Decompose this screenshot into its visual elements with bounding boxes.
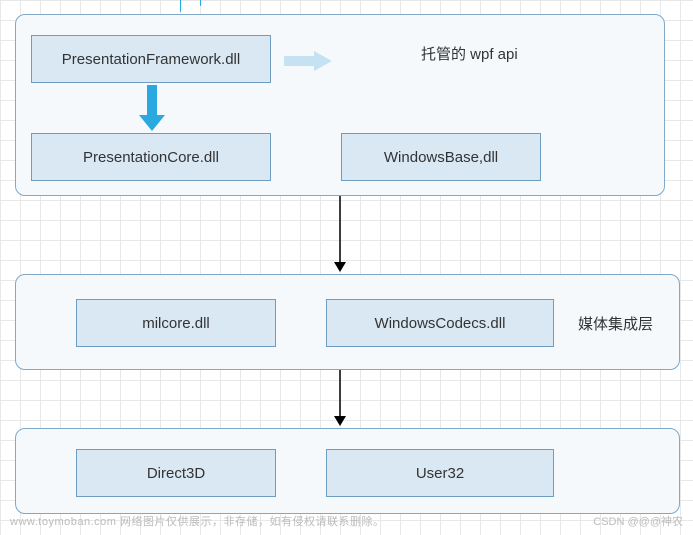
group-native-layer: Direct3D User32 (15, 428, 680, 514)
node-label: PresentationFramework.dll (62, 51, 240, 68)
node-windows-codecs: WindowsCodecs.dll (326, 299, 554, 347)
node-direct3d: Direct3D (76, 449, 276, 497)
node-label: Direct3D (147, 465, 205, 482)
node-label: milcore.dll (142, 315, 210, 332)
group-media-integration: 媒体集成层 milcore.dll WindowsCodecs.dll (15, 274, 680, 370)
guide-tick (200, 0, 201, 6)
arrow-right-faded-icon (284, 49, 334, 73)
node-label: User32 (416, 465, 464, 482)
group-managed-wpf-api: 托管的 wpf api PresentationFramework.dll Pr… (15, 14, 665, 196)
node-label: WindowsBase,dll (384, 149, 498, 166)
group-label-managed: 托管的 wpf api (421, 43, 518, 64)
node-label: WindowsCodecs.dll (375, 315, 506, 332)
arrow-down-thick-icon (137, 85, 167, 133)
connector-arrow-1 (330, 196, 350, 274)
group-label-media: 媒体集成层 (578, 313, 653, 334)
node-milcore: milcore.dll (76, 299, 276, 347)
node-presentation-core: PresentationCore.dll (31, 133, 271, 181)
node-presentation-framework: PresentationFramework.dll (31, 35, 271, 83)
node-windows-base: WindowsBase,dll (341, 133, 541, 181)
watermark-right: CSDN @@@神农 (593, 513, 683, 529)
watermark-left: www.toymoban.com 网络图片仅供展示，非存储，如有侵权请联系删除。 (10, 513, 384, 529)
connector-arrow-2 (330, 370, 350, 428)
diagram-canvas: 托管的 wpf api PresentationFramework.dll Pr… (0, 0, 693, 535)
node-user32: User32 (326, 449, 554, 497)
guide-tick (180, 0, 181, 12)
node-label: PresentationCore.dll (83, 149, 219, 166)
